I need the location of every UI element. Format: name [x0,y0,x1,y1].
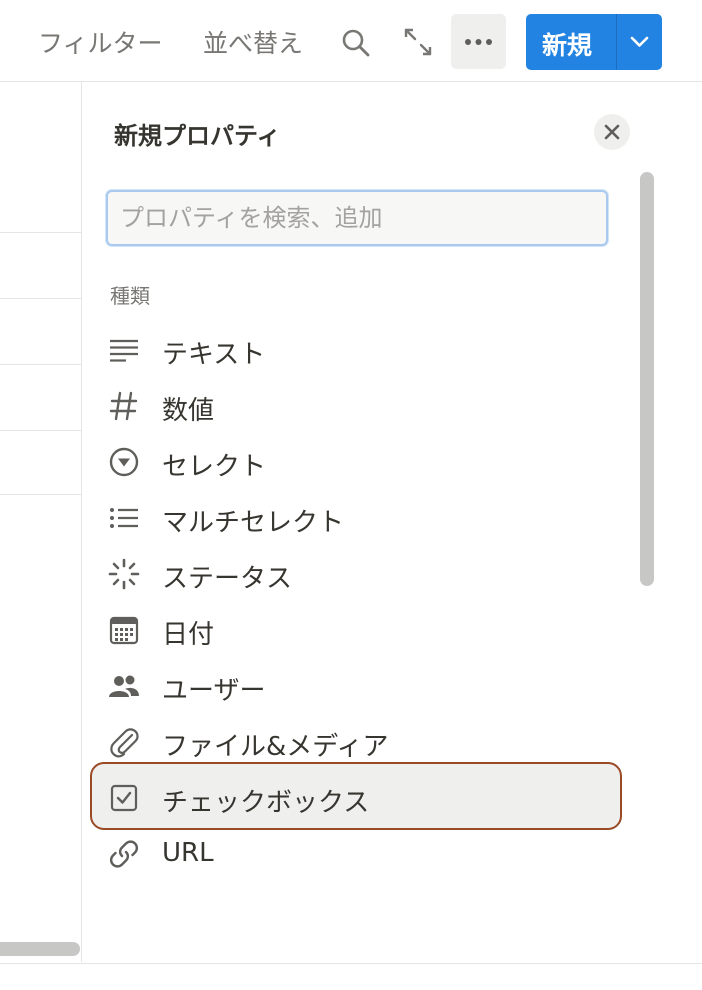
chevron-down-icon [630,36,649,47]
property-type-number[interactable]: 数値 [90,378,622,434]
property-type-url[interactable]: URL [90,826,622,882]
property-type-label: 日付 [162,620,215,650]
property-type-status[interactable]: ステータス [90,546,622,602]
section-label-type: 種類 [110,284,150,308]
property-type-text[interactable]: テキスト [90,322,622,378]
table-area [0,82,81,962]
property-search-box[interactable] [106,190,608,246]
new-button-label: 新規 [542,31,593,60]
property-type-label: URL [162,838,214,868]
panel-title: 新規プロパティ [114,122,281,150]
filter-button[interactable]: フィルター [38,24,163,60]
property-type-label: テキスト [162,340,266,370]
table-row-divider [0,364,81,365]
bottom-divider [0,963,702,964]
paperclip-icon [108,726,140,758]
property-type-person[interactable]: ユーザー [90,658,622,714]
database-toolbar: フィルター 並べ替え 新規 [0,0,702,82]
horizontal-scrollbar[interactable] [0,942,80,956]
new-options-dropdown[interactable] [617,14,662,70]
panel-scrollbar-thumb[interactable] [640,172,654,586]
status-spinner-icon [108,558,140,590]
users-icon [108,670,140,702]
table-row-divider [0,494,81,495]
property-type-label: マルチセレクト [162,508,345,538]
property-type-checkbox[interactable]: チェックボックス [90,762,622,830]
text-lines-icon [108,334,140,366]
ellipsis-icon [465,39,492,45]
table-row-divider [0,430,81,431]
calendar-icon [108,614,140,646]
new-property-panel: 新規プロパティ 種類 テキスト [82,82,662,962]
select-circle-icon [108,446,140,478]
property-type-label: セレクト [162,452,267,482]
property-type-multi-select[interactable]: マルチセレクト [90,490,622,546]
property-type-label: 数値 [162,396,215,426]
more-options-button[interactable] [451,14,506,69]
new-page-button[interactable]: 新規 [526,14,662,70]
property-search-input[interactable] [120,192,590,244]
table-row-divider [0,298,81,299]
expand-icon[interactable] [402,24,434,60]
property-type-date[interactable]: 日付 [90,602,622,658]
checkbox-icon [108,782,140,814]
list-icon [108,502,140,534]
sort-button[interactable]: 並べ替え [203,24,303,60]
close-icon [604,124,620,140]
table-row-divider [0,232,81,233]
property-type-label: ファイル&メディア [162,732,389,762]
close-button[interactable] [594,114,630,150]
hash-icon [108,390,140,422]
property-type-select[interactable]: セレクト [90,434,622,490]
search-icon[interactable] [340,24,372,60]
link-icon [108,838,140,870]
property-type-label: ステータス [162,564,293,594]
property-type-label: チェックボックス [162,788,370,818]
property-type-label: ユーザー [162,676,266,706]
